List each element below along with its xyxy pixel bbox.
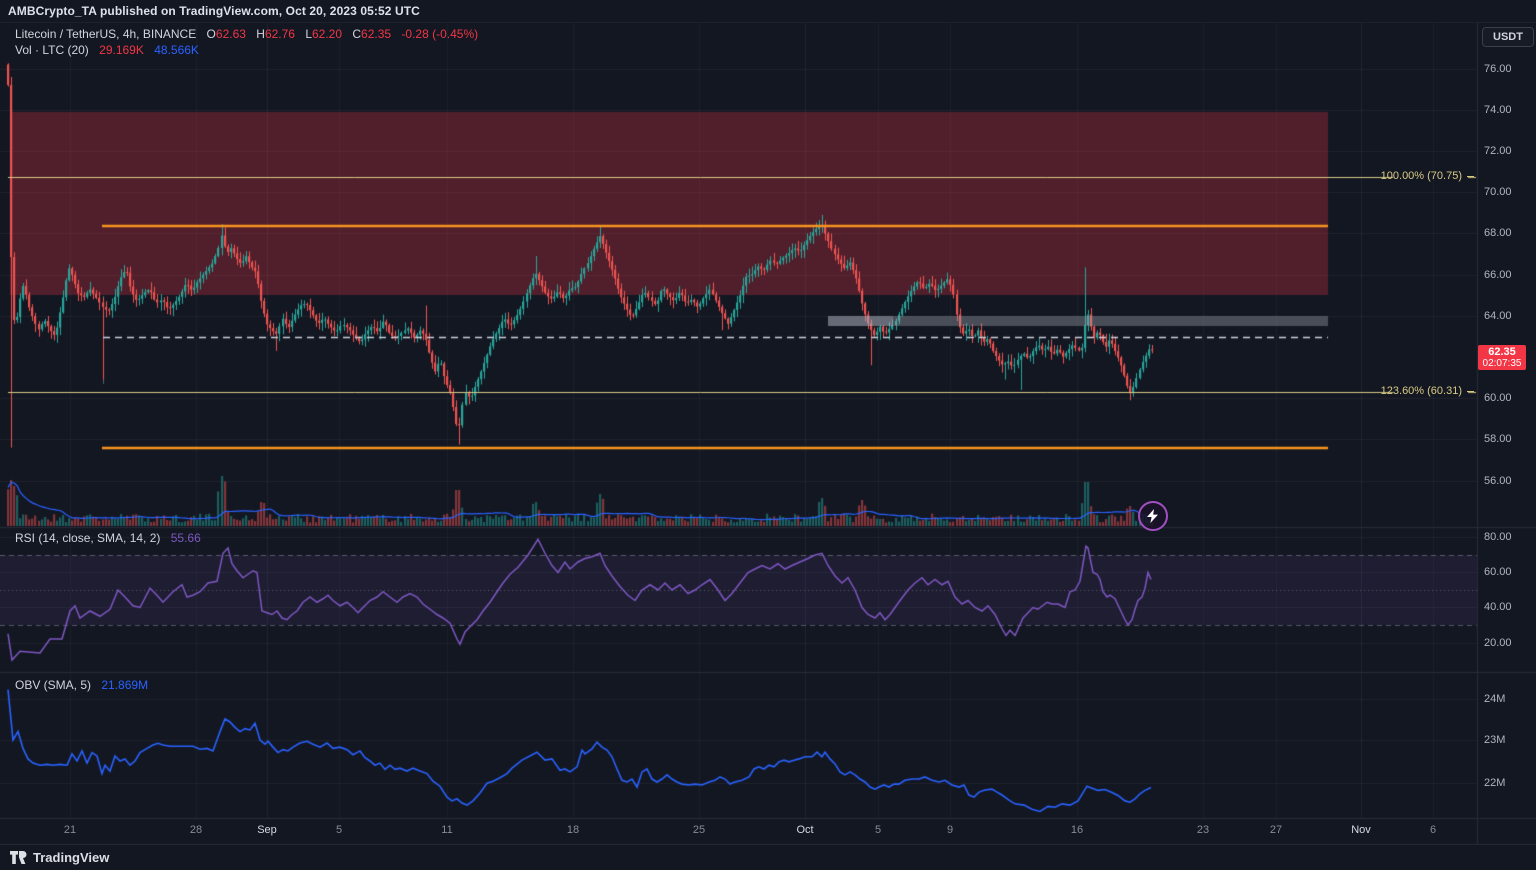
- time-axis-label: 16: [1071, 824, 1083, 836]
- time-axis-label: Oct: [796, 824, 813, 836]
- price-axis-label: 66.00: [1484, 269, 1512, 281]
- lightning-icon: [1147, 509, 1159, 523]
- volume-value: 29.169K: [99, 43, 144, 57]
- fib-level-label[interactable]: 123.60% (60.31): [1381, 385, 1474, 397]
- obv-value: 21.869M: [101, 678, 148, 692]
- rsi-legend[interactable]: RSI (14, close, SMA, 14, 2) 55.66: [15, 531, 201, 545]
- volume-ma-value: 48.566K: [154, 43, 199, 57]
- price-axis-label: 76.00: [1484, 63, 1512, 75]
- price-axis-label: 72.00: [1484, 145, 1512, 157]
- ohlc-close-value: 62.35: [361, 27, 391, 41]
- price-axis-label: 56.00: [1484, 475, 1512, 487]
- time-axis-label: 5: [336, 824, 342, 836]
- time-axis-label: 6: [1430, 824, 1436, 836]
- currency-usdt-button[interactable]: USDT: [1482, 27, 1534, 47]
- instant-trade-button[interactable]: [1138, 501, 1168, 531]
- rsi-axis-label: 40.00: [1484, 601, 1512, 613]
- time-axis-label: 5: [875, 824, 881, 836]
- rsi-axis-label: 20.00: [1484, 637, 1512, 649]
- time-axis-label: 28: [190, 824, 202, 836]
- chart-canvas[interactable]: [0, 0, 1536, 870]
- fib-level-label[interactable]: 100.00% (70.75): [1381, 170, 1474, 182]
- time-axis-label: 27: [1270, 824, 1282, 836]
- current-price-value: 62.35: [1478, 346, 1526, 358]
- price-axis-label: 60.00: [1484, 392, 1512, 404]
- attribution-bar: AMBCrypto_TA published on TradingView.co…: [0, 0, 1536, 23]
- ohlc-low-label: L: [305, 27, 312, 41]
- ohlc-low-value: 62.20: [312, 27, 342, 41]
- time-axis-label: 11: [441, 824, 452, 836]
- time-axis-label: 21: [64, 824, 76, 836]
- rsi-axis-label: 60.00: [1484, 566, 1512, 578]
- attribution-text: AMBCrypto_TA published on TradingView.co…: [8, 4, 420, 18]
- symbol-title: Litecoin / TetherUS, 4h, BINANCE: [15, 27, 196, 41]
- tradingview-chart-window: AMBCrypto_TA published on TradingView.co…: [0, 0, 1536, 870]
- rsi-label: RSI (14, close, SMA, 14, 2): [15, 531, 160, 545]
- price-axis-label: 74.00: [1484, 104, 1512, 116]
- ohlc-open-label: O: [207, 27, 216, 41]
- tradingview-wordmark[interactable]: TradingView: [33, 850, 109, 865]
- obv-axis-label: 23M: [1484, 734, 1505, 746]
- price-axis-label: 68.00: [1484, 227, 1512, 239]
- rsi-value: 55.66: [171, 531, 201, 545]
- time-axis-label: 25: [693, 824, 705, 836]
- rsi-axis-label: 80.00: [1484, 531, 1512, 543]
- price-axis-label: 70.00: [1484, 186, 1512, 198]
- main-symbol-legend[interactable]: Litecoin / TetherUS, 4h, BINANCE O62.63 …: [15, 27, 478, 41]
- ohlc-close-label: C: [352, 27, 361, 41]
- time-axis-label: 9: [947, 824, 953, 836]
- price-axis-label: 64.00: [1484, 310, 1512, 322]
- time-axis-label: 18: [567, 824, 579, 836]
- time-axis-label: Sep: [257, 824, 277, 836]
- price-axis-label: 58.00: [1484, 433, 1512, 445]
- obv-label: OBV (SMA, 5): [15, 678, 91, 692]
- obv-axis-label: 24M: [1484, 693, 1505, 705]
- brand-bar: TradingView: [0, 845, 1536, 870]
- tradingview-logo-icon: [10, 851, 27, 864]
- obv-axis-label: 22M: [1484, 777, 1505, 789]
- time-axis-label: 23: [1197, 824, 1209, 836]
- ohlc-high-label: H: [256, 27, 265, 41]
- time-axis-label: Nov: [1351, 824, 1371, 836]
- ohlc-open-value: 62.63: [216, 27, 246, 41]
- current-price-tag: 62.35 02:07:35: [1478, 345, 1526, 370]
- obv-legend[interactable]: OBV (SMA, 5) 21.869M: [15, 678, 148, 692]
- ohlc-high-value: 62.76: [265, 27, 295, 41]
- change-value: -0.28 (-0.45%): [401, 27, 478, 41]
- volume-legend[interactable]: Vol · LTC (20) 29.169K 48.566K: [15, 43, 199, 57]
- bar-countdown: 02:07:35: [1478, 358, 1526, 369]
- volume-label: Vol · LTC (20): [15, 43, 89, 57]
